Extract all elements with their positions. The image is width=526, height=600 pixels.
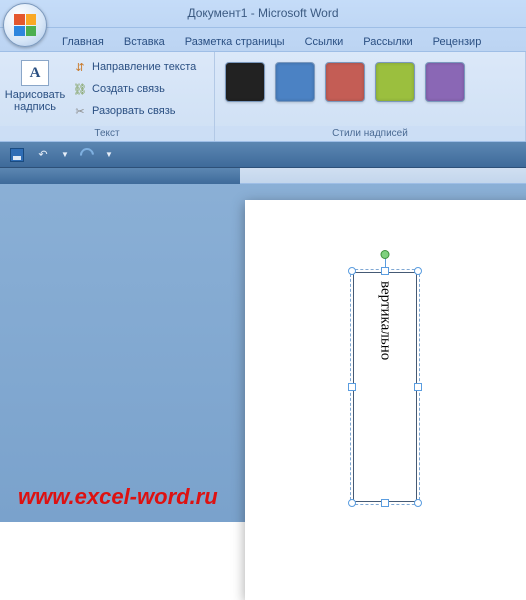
- create-link-icon: ⛓: [72, 81, 88, 97]
- undo-dropdown[interactable]: ▼: [58, 145, 72, 165]
- text-direction-icon: ⇵: [72, 59, 88, 75]
- qat-customize[interactable]: ▼: [102, 145, 116, 165]
- style-swatch-green[interactable]: [375, 62, 415, 102]
- horizontal-ruler[interactable]: [0, 168, 526, 184]
- resize-handle-tl[interactable]: [348, 267, 356, 275]
- save-button[interactable]: [6, 145, 28, 165]
- resize-handle-br[interactable]: [414, 499, 422, 507]
- tab-insert[interactable]: Вставка: [114, 32, 175, 51]
- document-page[interactable]: вертикально: [245, 200, 526, 600]
- tab-page-layout[interactable]: Разметка страницы: [175, 32, 295, 51]
- office-button[interactable]: [3, 3, 47, 47]
- draw-textbox-label: Нарисовать надпись: [4, 89, 66, 113]
- workspace: вертикально: [0, 168, 526, 522]
- textbox[interactable]: вертикально: [353, 272, 417, 502]
- undo-button[interactable]: ↶: [32, 145, 54, 165]
- create-link-button[interactable]: ⛓ Создать связь: [70, 80, 198, 98]
- style-swatch-blue[interactable]: [275, 62, 315, 102]
- redo-icon: [77, 145, 97, 165]
- resize-handle-bm[interactable]: [381, 499, 389, 507]
- group-styles-label: Стили надписей: [215, 126, 525, 141]
- textbox-icon: A: [21, 60, 49, 86]
- create-link-label: Создать связь: [92, 83, 165, 95]
- break-link-button[interactable]: ✂ Разорвать связь: [70, 102, 198, 120]
- resize-handle-mr[interactable]: [414, 383, 422, 391]
- resize-handle-tr[interactable]: [414, 267, 422, 275]
- tab-review[interactable]: Рецензир: [423, 32, 492, 51]
- rotate-handle[interactable]: [381, 250, 390, 259]
- break-link-icon: ✂: [72, 103, 88, 119]
- tab-mailings[interactable]: Рассылки: [353, 32, 422, 51]
- ribbon-tabs: Главная Вставка Разметка страницы Ссылки…: [0, 28, 526, 52]
- watermark-text: www.excel-word.ru: [18, 484, 218, 510]
- office-logo-icon: [14, 14, 36, 36]
- break-link-label: Разорвать связь: [92, 105, 176, 117]
- tab-references[interactable]: Ссылки: [295, 32, 354, 51]
- textbox-text[interactable]: вертикально: [377, 281, 394, 360]
- text-direction-button[interactable]: ⇵ Направление текста: [70, 58, 198, 76]
- style-swatch-purple[interactable]: [425, 62, 465, 102]
- resize-handle-ml[interactable]: [348, 383, 356, 391]
- quick-access-toolbar: ↶ ▼ ▼: [0, 142, 526, 168]
- style-swatch-red[interactable]: [325, 62, 365, 102]
- tab-home[interactable]: Главная: [52, 32, 114, 51]
- group-text-label: Текст: [0, 126, 214, 141]
- redo-button[interactable]: [76, 145, 98, 165]
- save-icon: [10, 148, 24, 162]
- ribbon: A Нарисовать надпись ⇵ Направление текст…: [0, 52, 526, 142]
- group-text: A Нарисовать надпись ⇵ Направление текст…: [0, 52, 215, 141]
- window-title: Документ1 - Microsoft Word: [0, 6, 526, 20]
- resize-handle-bl[interactable]: [348, 499, 356, 507]
- style-swatch-black[interactable]: [225, 62, 265, 102]
- draw-textbox-button[interactable]: A Нарисовать надпись: [4, 56, 66, 113]
- text-direction-label: Направление текста: [92, 61, 196, 73]
- resize-handle-tm[interactable]: [381, 267, 389, 275]
- group-styles: Стили надписей: [215, 52, 526, 141]
- textbox-selection[interactable]: вертикально: [353, 272, 417, 502]
- title-bar: Документ1 - Microsoft Word: [0, 0, 526, 28]
- undo-icon: ↶: [38, 148, 47, 161]
